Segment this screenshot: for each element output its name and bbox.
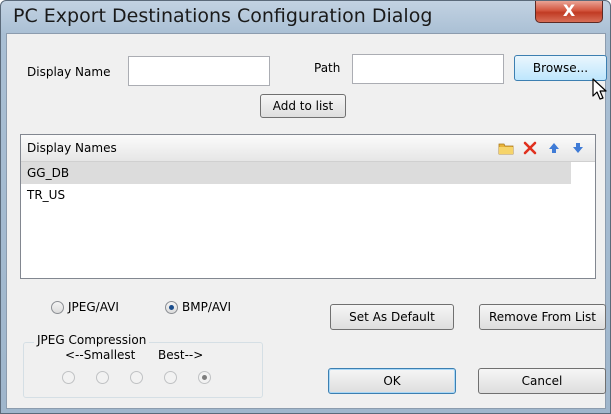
compression-level-radio[interactable] [198,371,211,384]
dialog-title: PC Export Destinations Configuration Dia… [13,5,433,27]
compression-level-radio[interactable] [130,371,143,384]
close-button[interactable]: X [535,1,603,23]
compression-level-radio[interactable] [62,371,75,384]
mouse-cursor-icon [592,78,607,100]
bmp-avi-radio[interactable] [165,301,178,314]
cancel-button[interactable]: Cancel [478,368,606,394]
compression-level-radio[interactable] [96,371,109,384]
list-rows: GG_DB TR_US [21,162,595,206]
path-label: Path [314,61,341,75]
path-input[interactable] [352,54,504,84]
best-label: Best--> [158,348,204,362]
list-item[interactable]: GG_DB [21,162,571,184]
jpeg-avi-radio[interactable] [51,301,64,314]
ok-button[interactable]: OK [328,368,456,394]
move-down-icon[interactable] [570,140,586,156]
set-as-default-button[interactable]: Set As Default [330,304,454,330]
jpeg-avi-label: JPEG/AVI [68,300,119,314]
add-to-list-button[interactable]: Add to list [260,94,346,118]
list-header-label: Display Names [27,141,117,155]
display-name-input[interactable] [128,56,270,86]
jpeg-compression-title: JPEG Compression [34,333,150,347]
folder-icon[interactable] [498,140,514,156]
remove-from-list-button[interactable]: Remove From List [479,304,606,330]
list-header: Display Names [21,135,595,162]
move-up-icon[interactable] [546,140,562,156]
smallest-label: <--Smallest [65,348,136,362]
list-item[interactable]: TR_US [21,184,571,206]
bmp-avi-label: BMP/AVI [182,300,232,314]
title-bar[interactable]: PC Export Destinations Configuration Dia… [1,1,610,37]
delete-icon[interactable] [522,140,538,156]
display-names-listbox[interactable]: Display Names GG_DB TR_US [20,134,596,279]
jpeg-compression-group [23,342,263,398]
compression-level-radio[interactable] [164,371,177,384]
display-name-label: Display Name [27,65,111,79]
